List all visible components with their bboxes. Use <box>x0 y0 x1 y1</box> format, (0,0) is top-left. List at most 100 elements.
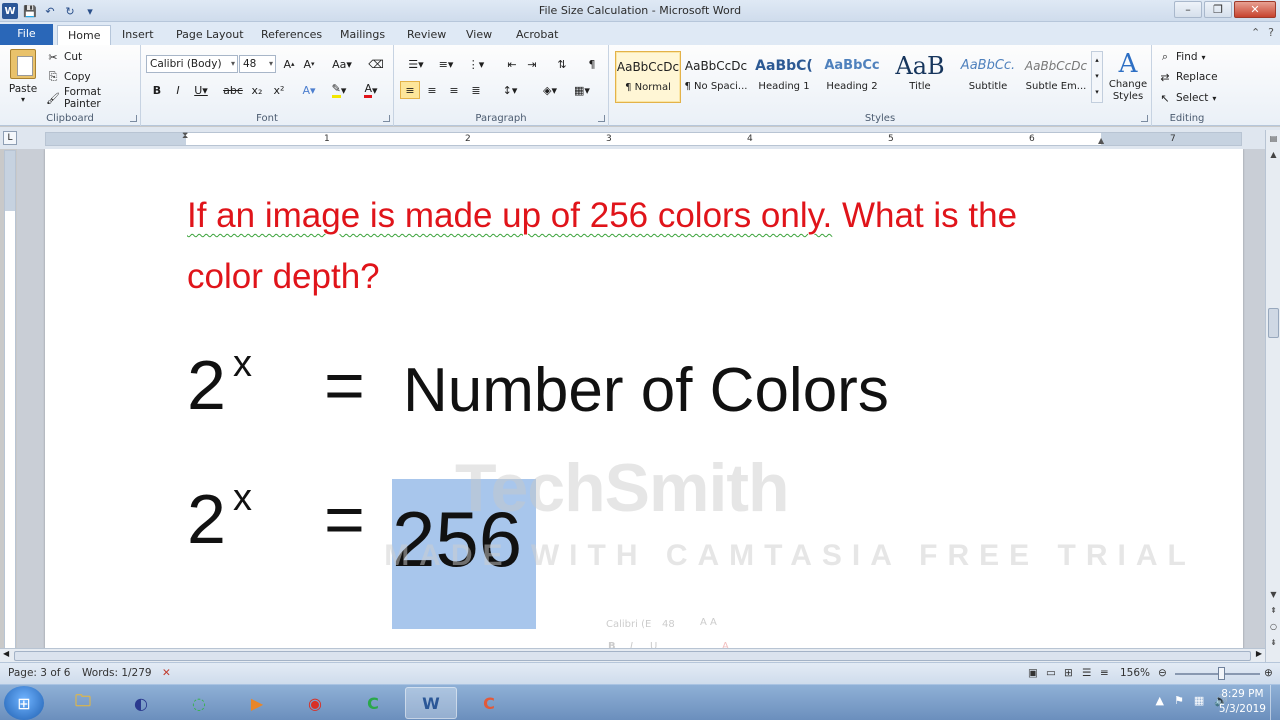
grow-font-icon[interactable]: A ▴ <box>279 55 299 73</box>
style-heading-2[interactable]: AaBbCc Heading 2 <box>819 51 885 103</box>
tab-mailings[interactable]: Mailings <box>330 25 395 45</box>
font-name-combo[interactable]: Calibri (Body) ▾ <box>146 55 238 73</box>
vertical-ruler[interactable] <box>4 150 16 650</box>
selected-number[interactable]: 256 <box>392 479 536 629</box>
tab-page-layout[interactable]: Page Layout <box>166 25 254 45</box>
horizontal-scroll-thumb[interactable] <box>14 651 1251 661</box>
document-area[interactable]: If an image is made up of 256 colors onl… <box>17 149 1265 662</box>
previous-page-icon[interactable]: ⇞ <box>1268 606 1279 618</box>
shrink-font-icon[interactable]: A ▾ <box>299 55 319 73</box>
tab-acrobat[interactable]: Acrobat <box>506 25 568 45</box>
find-button[interactable]: ⌕ Find ▾ <box>1158 48 1206 66</box>
font-color-icon[interactable]: A ▾ <box>361 81 381 99</box>
increase-indent-icon[interactable]: ⇥ <box>522 55 542 73</box>
borders-icon[interactable]: ▦▾ <box>568 81 596 99</box>
replace-button[interactable]: ⇄ Replace <box>1158 68 1217 86</box>
show-formatting-icon[interactable]: ¶ <box>582 55 602 73</box>
web-layout-icon[interactable]: ⊞ <box>1064 667 1073 679</box>
file-explorer-icon[interactable]: 🗀 <box>57 687 109 719</box>
style-heading-1[interactable]: AaBbC( Heading 1 <box>751 51 817 103</box>
bold-icon[interactable]: B <box>147 81 167 99</box>
full-screen-reading-icon[interactable]: ▭ <box>1046 667 1056 679</box>
sort-icon[interactable]: ⇅ <box>552 55 572 73</box>
font-size-combo[interactable]: 48 ▾ <box>239 55 276 73</box>
align-left-icon[interactable]: ≡ <box>400 81 420 99</box>
numbering-icon[interactable]: ≡▾ <box>432 55 460 73</box>
tab-review[interactable]: Review <box>397 25 456 45</box>
format-painter-button[interactable]: 🖌 Format Painter <box>46 86 140 110</box>
indent-marker-icon[interactable]: ⧗ <box>182 131 191 147</box>
styles-scroll[interactable]: ▴ ▾ ▾ <box>1091 51 1103 103</box>
print-layout-view-icon[interactable]: ▣ <box>1028 667 1038 679</box>
minimize-ribbon-icon[interactable]: ⌃ <box>1251 26 1260 39</box>
multilevel-list-icon[interactable]: ⋮▾ <box>462 55 490 73</box>
minimize-button[interactable]: – <box>1174 1 1202 18</box>
change-case-icon[interactable]: Aa▾ <box>329 55 355 73</box>
grow-font-icon[interactable]: A A <box>700 617 717 628</box>
equation-2[interactable]: 2 x = 256 <box>187 477 687 629</box>
style-subtitle[interactable]: AaBbCc. Subtitle <box>955 51 1021 103</box>
scroll-up-icon[interactable]: ▲ <box>1268 150 1279 162</box>
zoom-in-icon[interactable]: ⊕ <box>1264 667 1273 679</box>
superscript-icon[interactable]: x² <box>269 81 289 99</box>
style-subtle-emphasis[interactable]: AaBbCcDc Subtle Em... <box>1023 51 1089 103</box>
paste-dropdown-icon[interactable]: ▾ <box>6 95 40 104</box>
clear-formatting-icon[interactable]: ⌫ <box>366 55 386 73</box>
change-styles-button[interactable]: A Change Styles <box>1105 49 1151 103</box>
style-no-spacing[interactable]: AaBbCcDc ¶ No Spaci... <box>683 51 749 103</box>
vertical-scrollbar[interactable]: ▤ ▲ ▼ ⇞ ○ ⇟ <box>1265 130 1280 662</box>
strikethrough-icon[interactable]: abc <box>223 81 243 99</box>
tab-home[interactable]: Home <box>57 25 112 45</box>
tab-view[interactable]: View <box>456 25 502 45</box>
tab-insert[interactable]: Insert <box>112 25 164 45</box>
start-button-icon[interactable]: ⊞ <box>4 686 44 720</box>
font-launcher-icon[interactable] <box>383 115 390 122</box>
style-normal[interactable]: AaBbCcDc ¶ Normal <box>615 51 681 103</box>
italic-icon[interactable]: I <box>168 81 188 99</box>
justify-icon[interactable]: ≣ <box>466 81 486 99</box>
next-page-icon[interactable]: ⇟ <box>1268 638 1279 650</box>
tab-file[interactable]: File <box>0 24 53 45</box>
text-effects-icon[interactable]: A▾ <box>299 81 319 99</box>
eclipse-icon[interactable]: ◐ <box>115 687 167 719</box>
shading-icon[interactable]: ◈▾ <box>536 81 564 99</box>
paragraph-launcher-icon[interactable] <box>598 115 605 122</box>
underline-icon[interactable]: U▾ <box>191 81 211 99</box>
restore-button[interactable]: ❐ <box>1204 1 1232 18</box>
show-hidden-icons-icon[interactable]: ▲ <box>1156 694 1164 707</box>
word-taskbar-icon[interactable]: W <box>405 687 457 719</box>
network-icon[interactable]: ▦ <box>1194 694 1204 707</box>
show-desktop-button[interactable] <box>1270 685 1280 720</box>
word-count[interactable]: Words: 1/279 <box>82 667 152 679</box>
right-indent-marker-icon[interactable]: ▲ <box>1098 136 1107 145</box>
cut-button[interactable]: ✂ Cut <box>46 48 82 66</box>
page-count[interactable]: Page: 3 of 6 <box>8 667 70 679</box>
close-button[interactable]: ✕ <box>1234 1 1276 18</box>
scroll-left-icon[interactable]: ◀ <box>3 649 9 658</box>
clock[interactable]: 8:29 PM 5/3/2019 <box>1219 687 1266 717</box>
equation-1[interactable]: 2 x = Number of Colors <box>187 343 947 435</box>
tab-selector-icon[interactable]: L <box>3 131 17 145</box>
align-right-icon[interactable]: ≡ <box>444 81 464 99</box>
line-spacing-icon[interactable]: ↕▾ <box>496 81 524 99</box>
align-center-icon[interactable]: ≡ <box>422 81 442 99</box>
browse-object-icon[interactable]: ○ <box>1268 622 1279 634</box>
document-page[interactable]: If an image is made up of 256 colors onl… <box>45 149 1243 662</box>
outline-view-icon[interactable]: ☰ <box>1082 667 1091 679</box>
question-text[interactable]: If an image is made up of 256 colors onl… <box>187 185 1087 307</box>
help-icon[interactable]: ? <box>1268 26 1274 39</box>
decrease-indent-icon[interactable]: ⇤ <box>502 55 522 73</box>
chrome-icon[interactable]: ◉ <box>289 687 341 719</box>
draft-view-icon[interactable]: ≡ <box>1100 667 1109 679</box>
tab-references[interactable]: References <box>251 25 332 45</box>
media-player-icon[interactable]: ▶ <box>231 687 283 719</box>
camtasia-icon[interactable]: C <box>347 687 399 719</box>
camtasia-recorder-icon[interactable]: C <box>463 687 515 719</box>
paste-button[interactable]: Paste ▾ <box>6 49 40 104</box>
styles-launcher-icon[interactable] <box>1141 115 1148 122</box>
select-button[interactable]: ↖ Select ▾ <box>1158 89 1216 107</box>
zoom-slider-thumb[interactable] <box>1218 667 1225 680</box>
action-center-icon[interactable]: ⚑ <box>1174 694 1184 707</box>
clipboard-launcher-icon[interactable] <box>130 115 137 122</box>
horizontal-scrollbar[interactable]: ◀ ▶ <box>0 648 1265 662</box>
